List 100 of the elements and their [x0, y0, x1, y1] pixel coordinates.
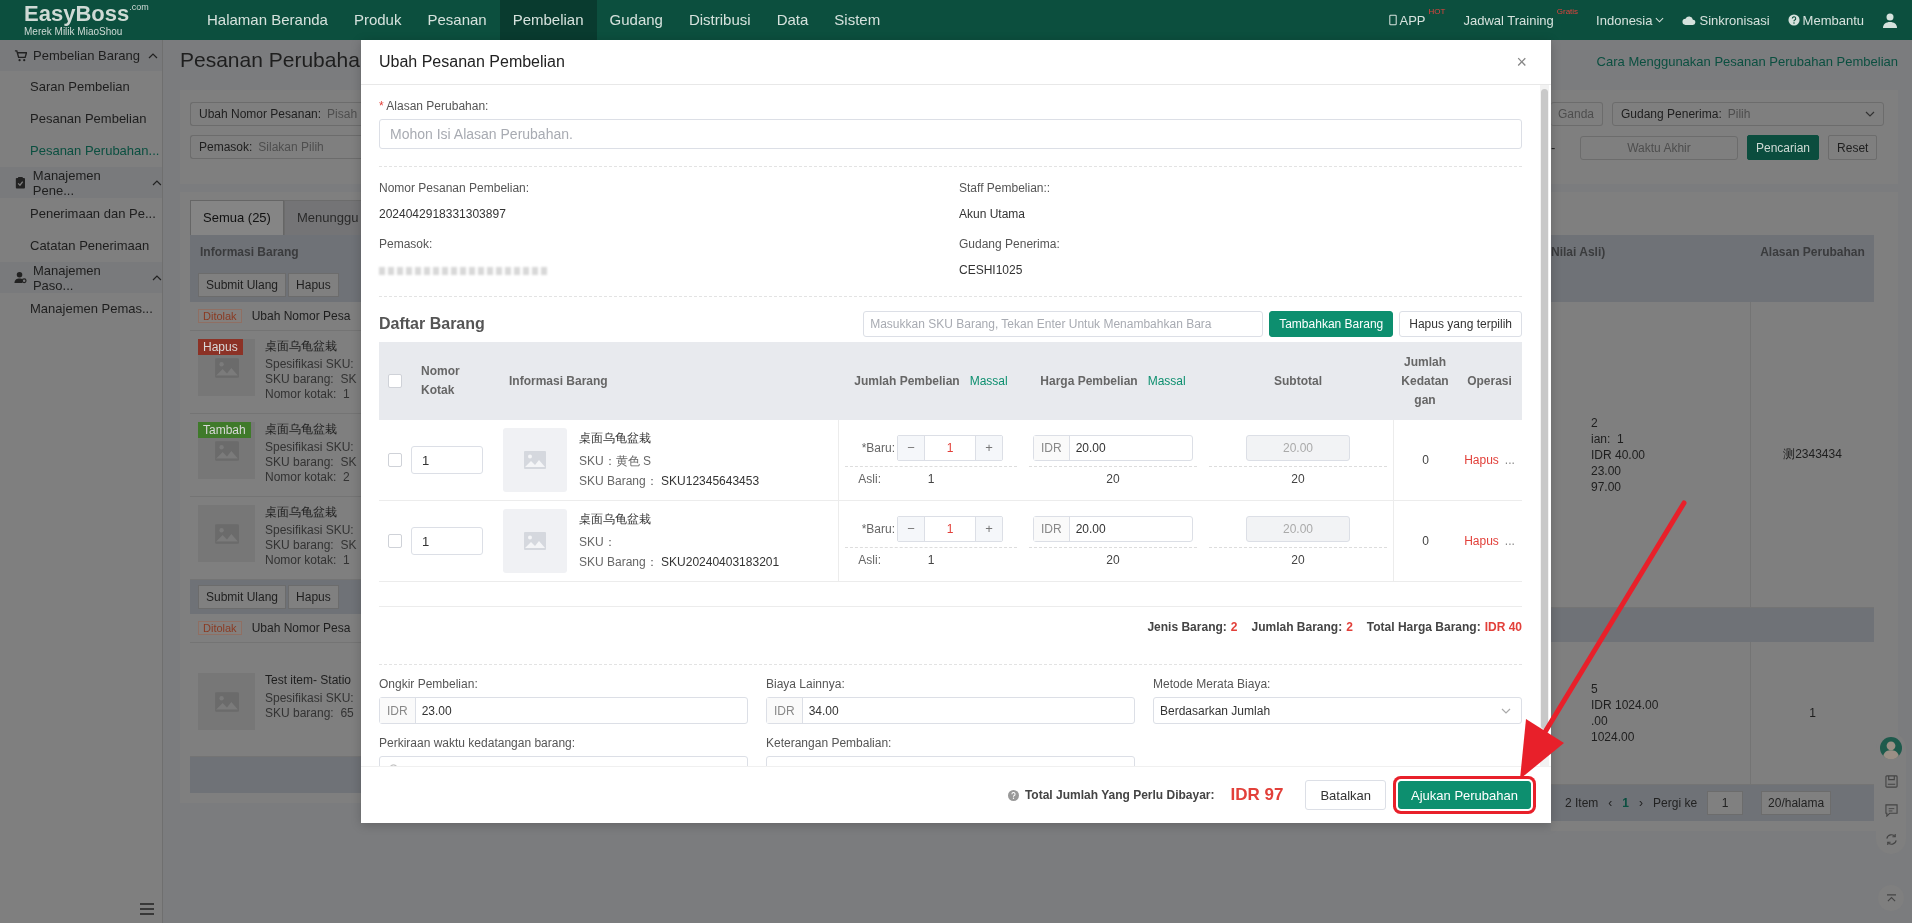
page-size-select[interactable]: 20/halama: [1761, 791, 1832, 815]
cart-icon: [14, 49, 27, 62]
caret-icon: [152, 274, 162, 281]
image-icon: [523, 450, 547, 470]
value-text: ian: 1: [1591, 431, 1625, 446]
item-detail: Nomor kotak: 2: [265, 470, 351, 485]
delete-link[interactable]: Hapus: [1464, 534, 1499, 548]
back-to-top-button[interactable]: [1878, 885, 1904, 911]
group-action-button[interactable]: Hapus: [288, 585, 339, 609]
column-header: Alasan Perubahan: [1759, 244, 1866, 259]
total-value: IDR 40: [1484, 620, 1522, 634]
top-nav-link[interactable]: Sinkronisasi: [1682, 7, 1770, 33]
more-link[interactable]: ...: [1504, 534, 1515, 548]
caret-icon: [147, 52, 158, 59]
change-reason: 1: [1809, 706, 1816, 720]
user-icon[interactable]: [1882, 12, 1898, 28]
bulk-edit-link[interactable]: Massal: [969, 373, 1008, 388]
scrollbar[interactable]: [1540, 85, 1549, 767]
previous-page-button[interactable]: ‹: [1608, 796, 1613, 810]
original-price: 20: [1106, 552, 1120, 567]
quantity-stepper[interactable]: − 1 +: [897, 515, 1003, 542]
product-name: 桌面乌龟盆栽: [579, 511, 652, 528]
item-detail: SKU barang: SK: [265, 455, 357, 470]
box-number-input[interactable]: 1: [411, 527, 483, 555]
top-nav-link[interactable]: Jadwal Training Gratis: [1463, 7, 1579, 33]
close-button[interactable]: ×: [1510, 50, 1533, 74]
avatar-icon[interactable]: [1880, 737, 1902, 759]
top-nav-link[interactable]: Indonesia: [1596, 7, 1665, 33]
menu-icon[interactable]: [140, 903, 154, 915]
info-label: Nomor Pesanan Pembelian:: [379, 181, 531, 195]
nav-menu-item[interactable]: Sistem: [821, 0, 894, 40]
price-input[interactable]: IDR 20.00: [1033, 434, 1193, 461]
value-text: 2: [1591, 415, 1599, 430]
column-header: Informasi Barang: [508, 372, 609, 390]
column-header: Jumlah Kedatangan: [1400, 353, 1450, 409]
sidebar-item[interactable]: Penerimaan dan Pe...: [0, 198, 162, 230]
tab[interactable]: Semua (25): [190, 200, 284, 235]
sidebar-item[interactable]: Catatan Penerimaan: [0, 230, 162, 262]
sidebar-item[interactable]: Manajemen Pemas...: [0, 293, 162, 325]
page-input[interactable]: 1: [1707, 791, 1744, 815]
group-action-button[interactable]: Submit Ulang: [198, 273, 287, 297]
row-checkbox[interactable]: [388, 453, 402, 467]
search-button[interactable]: Pencarian: [1747, 135, 1820, 160]
arrived-quantity: 0: [1422, 453, 1429, 467]
reason-input[interactable]: Mohon Isi Alasan Perubahan.: [379, 119, 1522, 149]
original-quantity: 1: [926, 552, 936, 567]
nav-menu-item[interactable]: Gudang: [596, 0, 676, 40]
cancel-button[interactable]: Batalkan: [1305, 780, 1386, 810]
top-nav-link[interactable]: Membantu: [1787, 7, 1864, 33]
nav-menu-item[interactable]: Distribusi: [675, 0, 764, 40]
top-nav-link[interactable]: APP HOT: [1388, 7, 1446, 33]
more-link[interactable]: ...: [1504, 453, 1515, 467]
info-value: 2024042918331303897: [379, 207, 507, 221]
item-name: 桌面乌龟盆栽: [265, 422, 338, 437]
box-number-input[interactable]: 1: [411, 446, 483, 474]
reset-button[interactable]: Reset: [1828, 135, 1878, 160]
cost-method-select[interactable]: Berdasarkan Jumlah: [1153, 697, 1522, 724]
refresh-icon[interactable]: [1884, 833, 1898, 846]
nav-menu-item[interactable]: Halaman Beranda: [194, 0, 341, 40]
item-detail: SKU barang: SK: [265, 372, 357, 387]
chat-icon[interactable]: [1884, 804, 1898, 817]
nav-menu-item[interactable]: Pesanan: [414, 0, 500, 40]
sidebar-item[interactable]: Saran Pembelian: [0, 71, 162, 103]
logo-text[interactable]: EasyBoss: [24, 1, 130, 26]
sidebar-group-header[interactable]: Manajemen Pene...: [0, 167, 162, 198]
add-item-button[interactable]: Tambahkan Barang: [1269, 311, 1394, 337]
remove-selected-button[interactable]: Hapus yang terpilih: [1399, 311, 1522, 337]
info-value: CESHI1025: [959, 263, 1024, 277]
logo-tagline: Merek Milik MiaoShou: [24, 27, 124, 37]
group-action-button[interactable]: Hapus: [288, 273, 339, 297]
item-name: 桌面乌龟盆栽: [265, 339, 338, 354]
total-label: Jumlah Barang:: [1251, 620, 1343, 634]
item-detail: SKU barang: SK: [265, 538, 357, 553]
amount-input[interactable]: IDR 34.00: [766, 697, 1135, 724]
sku-spec: SKU：黄色 S: [579, 453, 652, 470]
sidebar-group-header[interactable]: Pembelian Barang: [0, 40, 162, 71]
help-link[interactable]: Cara Menggunakan Pesanan Perubahan Pembelian: [1596, 53, 1898, 69]
help-icon[interactable]: [1007, 789, 1019, 801]
select-all-checkbox[interactable]: [388, 374, 402, 388]
nav-menu-item[interactable]: Produk: [340, 0, 415, 40]
nav-menu-item[interactable]: Data: [763, 0, 822, 40]
change-reason: 测2343434: [1783, 446, 1842, 463]
bulk-edit-link[interactable]: Massal: [1147, 373, 1186, 388]
sidebar-item[interactable]: Pesanan Pembelian: [0, 103, 162, 135]
row-checkbox[interactable]: [388, 534, 402, 548]
sku-search-input[interactable]: Masukkan SKU Barang, Tekan Enter Untuk Menambahkan Bara: [863, 311, 1264, 337]
price-input[interactable]: IDR 20.00: [1033, 515, 1193, 542]
group-action-button[interactable]: Submit Ulang: [198, 585, 287, 609]
phone-icon: [1388, 14, 1397, 26]
next-page-button[interactable]: ›: [1639, 796, 1644, 810]
save-icon[interactable]: [1884, 775, 1898, 788]
nav-menu-item[interactable]: Pembelian: [499, 0, 597, 40]
item-detail: SKU barang: 65: [265, 706, 354, 721]
sidebar-group-header[interactable]: Manajemen Paso...: [0, 262, 162, 293]
item-name: Test item- Statio: [265, 673, 353, 688]
column-header: Nomor Kotak: [420, 363, 461, 399]
sidebar-item[interactable]: Pesanan Perubahan...: [0, 135, 162, 167]
delete-link[interactable]: Hapus: [1464, 453, 1499, 467]
quantity-stepper[interactable]: − 1 +: [897, 434, 1003, 461]
amount-input[interactable]: IDR 23.00: [379, 697, 748, 724]
